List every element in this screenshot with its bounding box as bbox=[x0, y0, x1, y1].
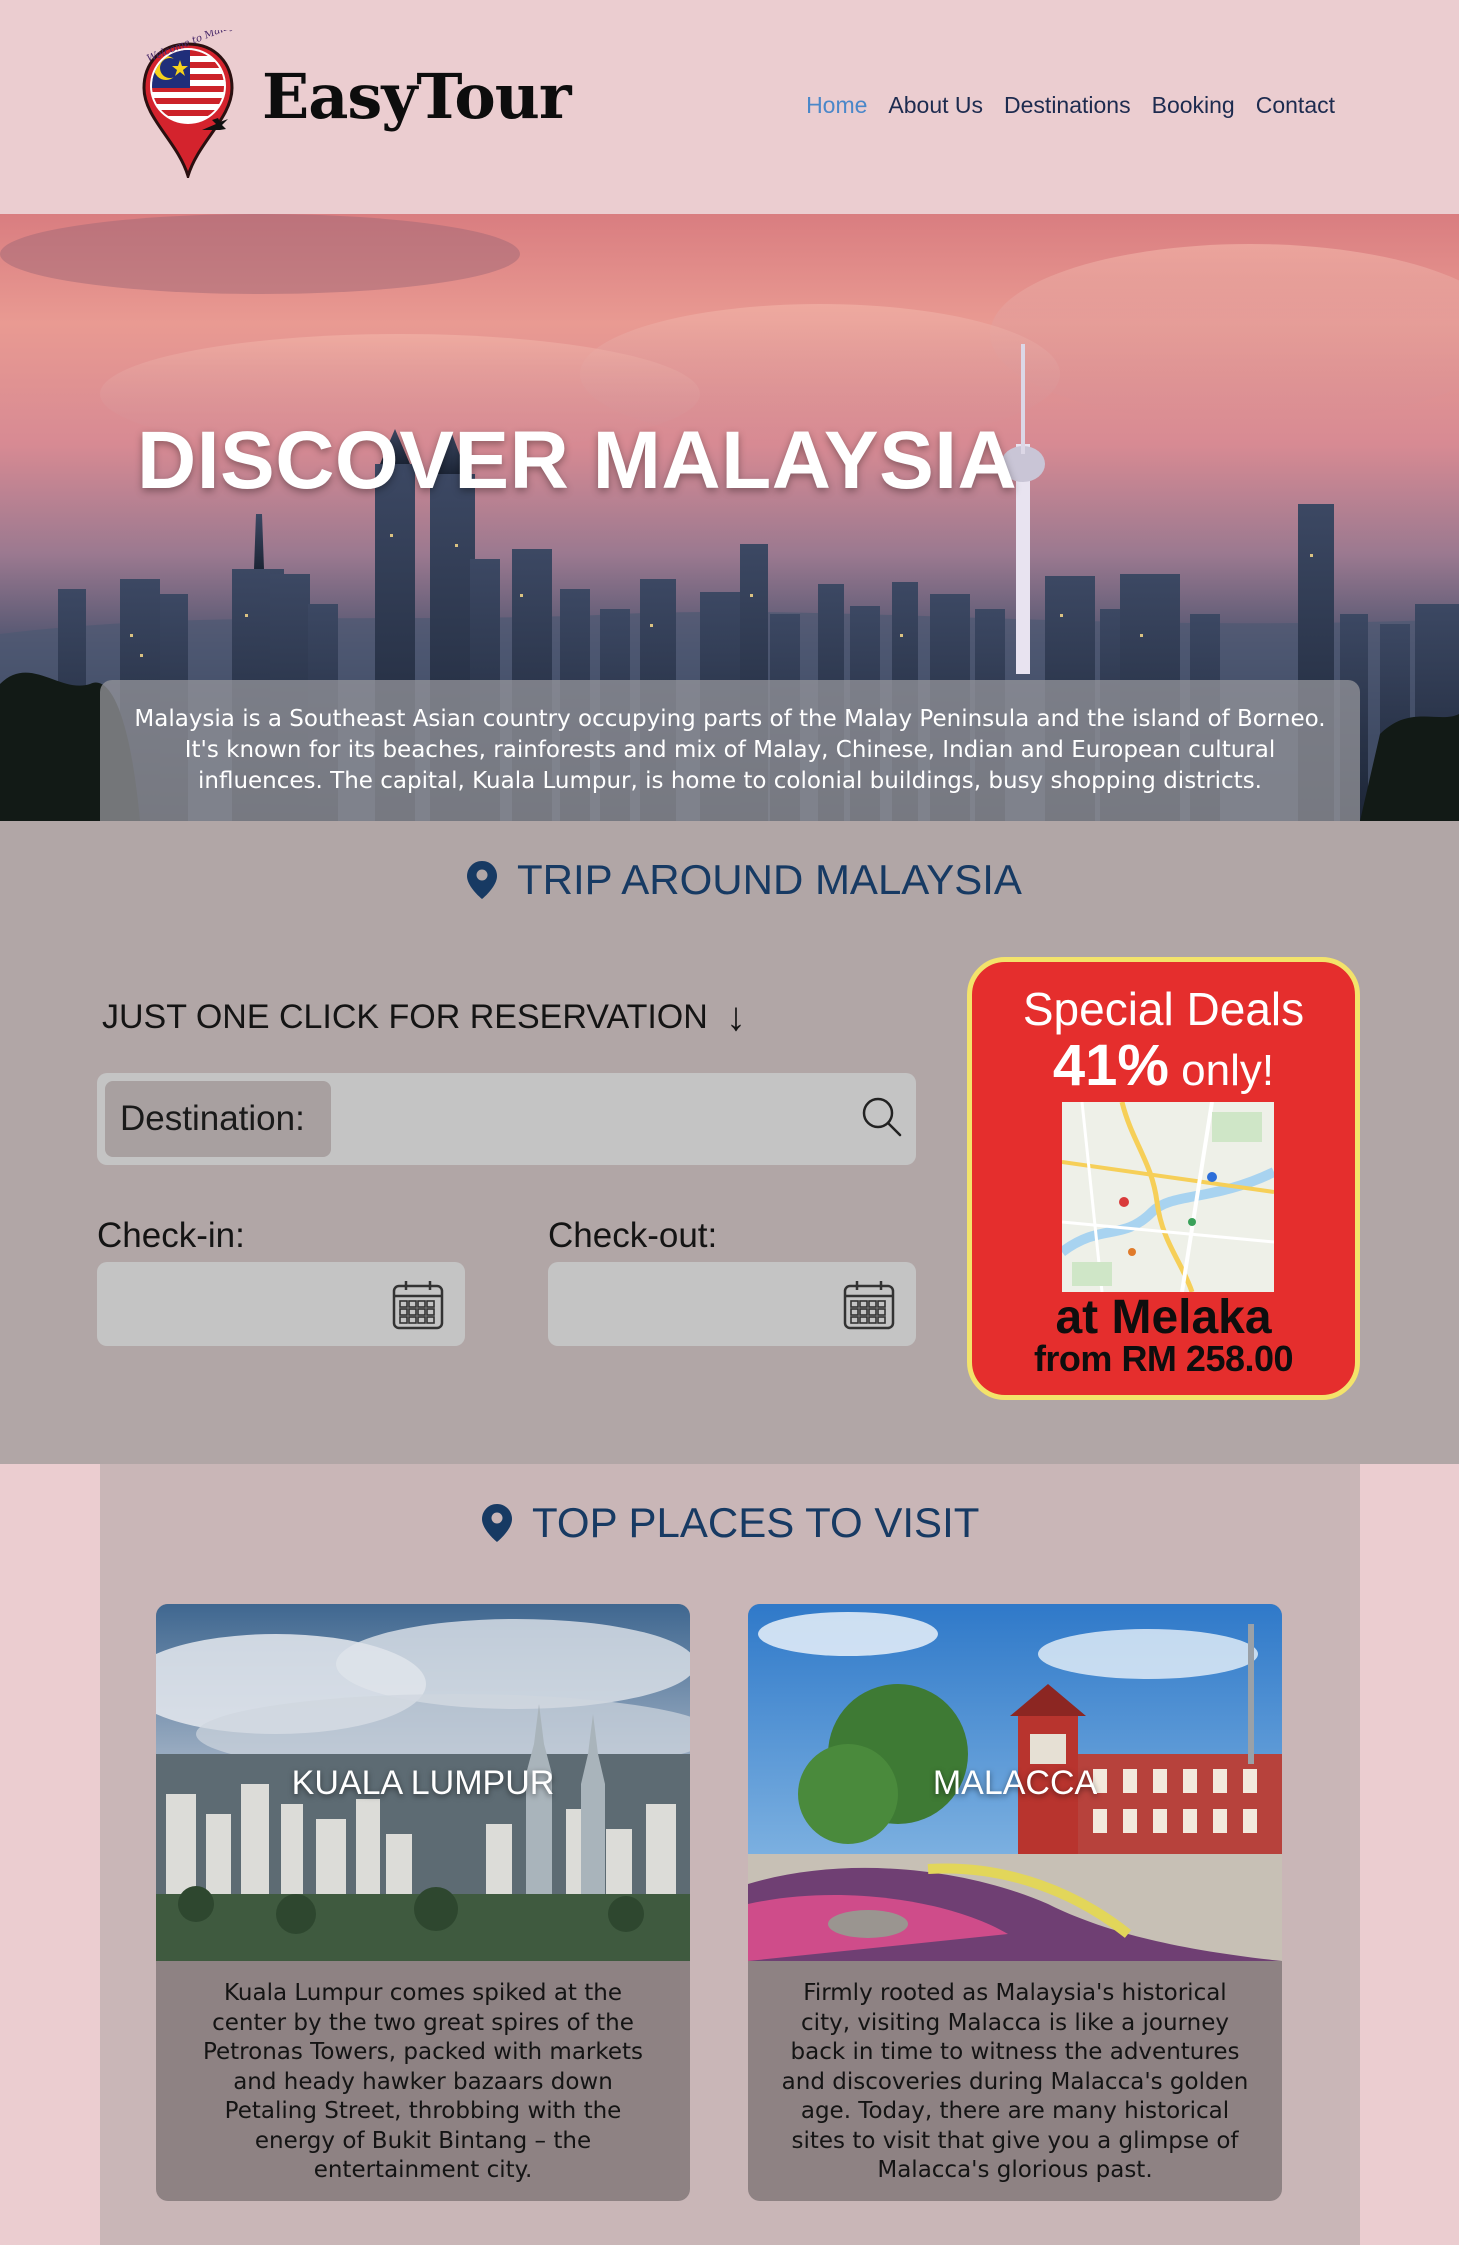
place-name-malacca: MALACCA bbox=[932, 1764, 1098, 1802]
trip-heading: TRIP AROUND MALAYSIA bbox=[467, 856, 1022, 904]
top-places-section: TOP PLACES TO VISIT KUALA LUMPUR Kuala L… bbox=[100, 1464, 1360, 2245]
nav-contact[interactable]: Contact bbox=[1256, 92, 1335, 119]
destination-input[interactable] bbox=[337, 1081, 837, 1157]
map-image bbox=[1062, 1102, 1274, 1292]
hero-description: Malaysia is a Southeast Asian country oc… bbox=[100, 680, 1360, 821]
location-pin-icon bbox=[467, 861, 497, 899]
place-description-malacca: Firmly rooted as Malaysia's historical c… bbox=[781, 1980, 1249, 2183]
melaka-map-thumbnail[interactable] bbox=[1062, 1102, 1274, 1292]
nav-home[interactable]: Home bbox=[806, 92, 867, 119]
reservation-label: JUST ONE CLICK FOR RESERVATION ↓ bbox=[102, 997, 746, 1037]
deal-title: Special Deals bbox=[1022, 983, 1305, 1035]
checkin-label: Check-in: bbox=[97, 1216, 245, 1255]
deal-discount: 41% only! bbox=[972, 1032, 1355, 1099]
arrow-down-icon: ↓ bbox=[725, 995, 746, 1039]
special-deal-card[interactable]: Special Deals 41% only! at Melaka from R… bbox=[967, 957, 1360, 1400]
calendar-icon[interactable] bbox=[391, 1278, 445, 1330]
calendar-icon[interactable] bbox=[842, 1278, 896, 1330]
location-pin-icon bbox=[482, 1504, 512, 1542]
place-name-kuala-lumpur: KUALA LUMPUR bbox=[291, 1764, 555, 1802]
hero-banner: DISCOVER MALAYSIA Malaysia is a Southeas… bbox=[0, 214, 1459, 821]
trip-heading-text: TRIP AROUND MALAYSIA bbox=[517, 856, 1022, 903]
trip-section: TRIP AROUND MALAYSIA JUST ONE CLICK FOR … bbox=[0, 821, 1459, 1464]
deal-percent: 41% bbox=[1052, 1033, 1169, 1098]
nav-destinations[interactable]: Destinations bbox=[1004, 92, 1131, 119]
destination-search-bar[interactable]: Destination: bbox=[97, 1073, 916, 1165]
top-places-heading: TOP PLACES TO VISIT bbox=[482, 1499, 979, 1547]
main-nav: Home About Us Destinations Booking Conta… bbox=[806, 92, 1335, 119]
hero-title: DISCOVER MALAYSIA bbox=[137, 415, 1018, 506]
brand-name[interactable]: EasyTour bbox=[262, 60, 571, 133]
checkin-date-field[interactable] bbox=[97, 1262, 465, 1346]
deal-price: from RM 258.00 bbox=[1033, 1338, 1294, 1379]
checkout-label: Check-out: bbox=[548, 1216, 718, 1255]
place-card-kuala-lumpur[interactable]: KUALA LUMPUR Kuala Lumpur comes spiked a… bbox=[156, 1604, 690, 2201]
nav-about-us[interactable]: About Us bbox=[888, 92, 983, 119]
checkout-date-field[interactable] bbox=[548, 1262, 916, 1346]
place-description-kuala-lumpur: Kuala Lumpur comes spiked at the center … bbox=[202, 1980, 644, 2183]
search-icon[interactable] bbox=[858, 1093, 906, 1141]
deal-location: at Melaka bbox=[1055, 1291, 1272, 1344]
site-header: Welcome to Malaysia EasyTour Home About … bbox=[0, 0, 1459, 214]
top-places-heading-text: TOP PLACES TO VISIT bbox=[532, 1499, 980, 1546]
place-card-malacca[interactable]: MALACCA Firmly rooted as Malaysia's hist… bbox=[748, 1604, 1282, 2201]
deal-percent-suffix: only! bbox=[1168, 1046, 1275, 1095]
destination-label: Destination: bbox=[105, 1081, 331, 1157]
malaysia-flag-pin-logo[interactable]: Welcome to Malaysia bbox=[138, 30, 238, 178]
reservation-label-text: JUST ONE CLICK FOR RESERVATION bbox=[102, 997, 708, 1036]
nav-booking[interactable]: Booking bbox=[1152, 92, 1235, 119]
